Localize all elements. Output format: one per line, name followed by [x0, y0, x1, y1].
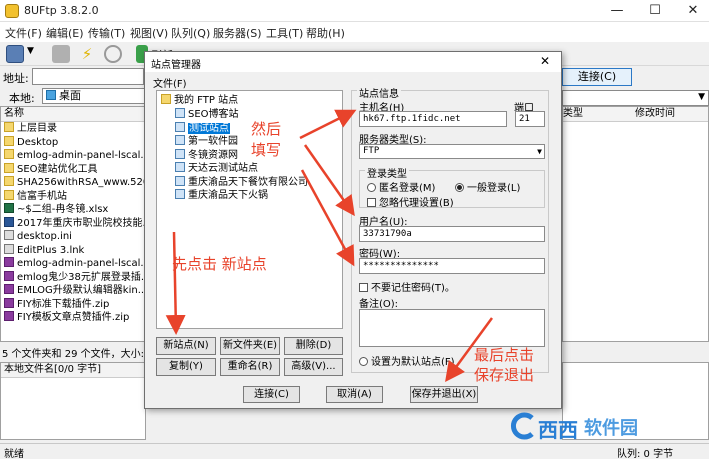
annotation-fill-2: 填写: [251, 141, 282, 159]
annotation-last-1: 最后点击: [474, 346, 535, 364]
annotation-first: 先点击 新站点: [172, 255, 267, 273]
watermark-text-1: 西西: [538, 418, 578, 442]
watermark-c-icon: [511, 412, 534, 440]
watermark-text-2: 软件园: [584, 418, 638, 439]
arrow-to-username: [303, 144, 355, 217]
arrow-to-new-site: [165, 231, 186, 335]
annotation-fill-1: 然后: [251, 120, 282, 138]
annotation-last-2: 保存退出: [474, 366, 535, 384]
annotation-arrows: [165, 109, 494, 383]
watermark-logo: 西西 软件园: [508, 410, 704, 442]
arrow-to-password: [300, 169, 355, 267]
arrow-to-host: [299, 109, 357, 140]
